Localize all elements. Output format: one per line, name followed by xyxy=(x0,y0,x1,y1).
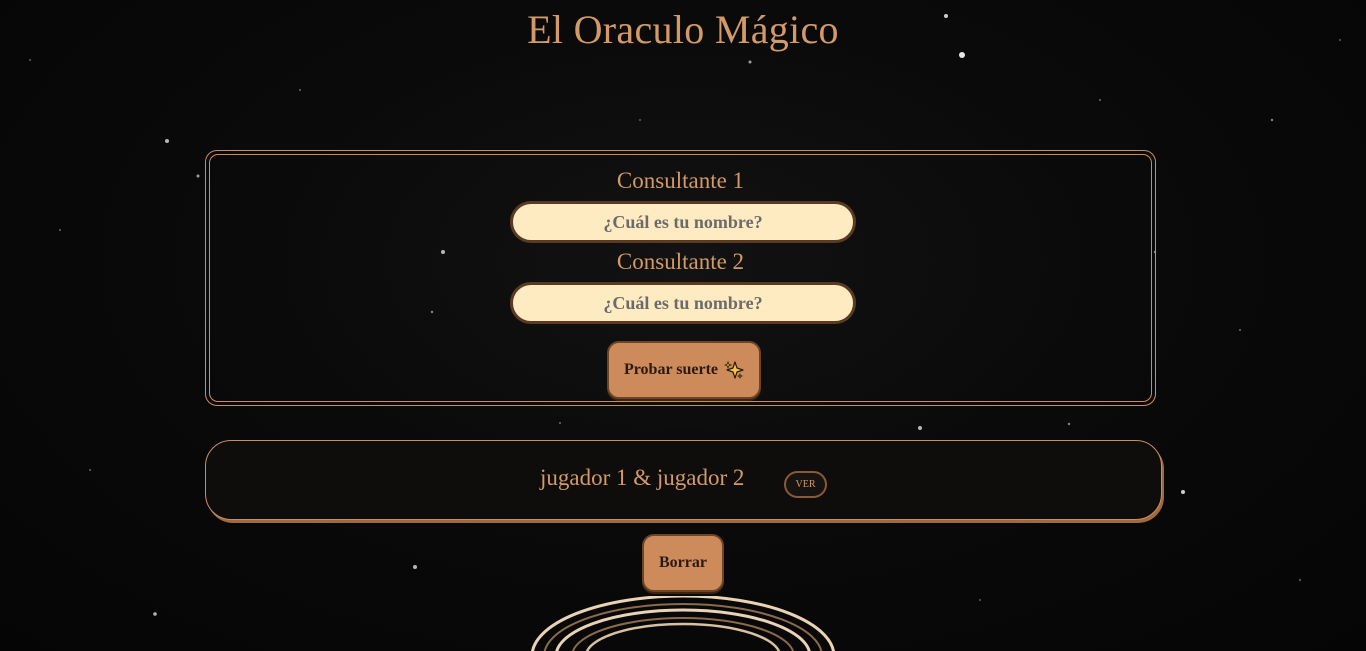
player1-label: Consultante 1 xyxy=(616,168,745,193)
consultation-form: Consultante 1 Consultante 2 Probar suert… xyxy=(205,150,1156,406)
players-pair-text: jugador 1 & jugador 2 xyxy=(540,465,745,490)
try-luck-button[interactable]: Probar suerte xyxy=(607,341,761,399)
delete-button[interactable]: Borrar xyxy=(642,534,724,592)
player2-name-input[interactable] xyxy=(510,282,856,324)
view-result-button[interactable]: VER xyxy=(784,471,827,498)
result-card: jugador 1 & jugador 2 VER xyxy=(205,440,1162,520)
sparkles-icon xyxy=(724,360,744,380)
try-luck-label: Probar suerte xyxy=(623,361,719,378)
oracle-page: El Oraculo Mágico Consultante 1 Consulta… xyxy=(0,0,1366,651)
page-title: El Oraculo Mágico xyxy=(527,7,839,52)
player1-name-input[interactable] xyxy=(510,201,856,243)
player2-label: Consultante 2 xyxy=(616,249,745,274)
oracle-rings-decoration xyxy=(531,596,835,651)
